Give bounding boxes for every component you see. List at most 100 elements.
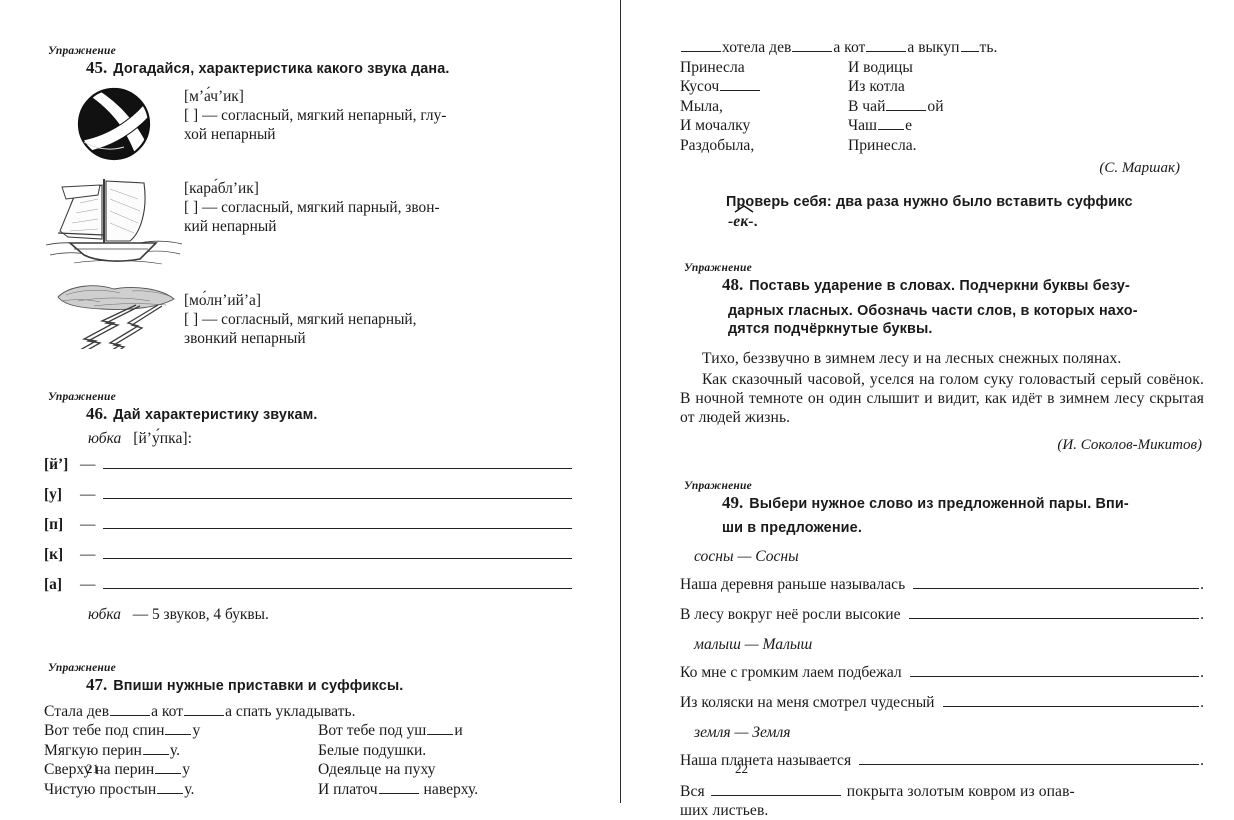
poem-text: Сверху на перин xyxy=(44,761,155,778)
poem-text: Принесла xyxy=(680,58,745,76)
exercise-48-heading: 48. Поставь ударение в словах. Подчеркни… xyxy=(680,275,1204,296)
fill-blank[interactable] xyxy=(110,702,151,716)
sound-dash: — xyxy=(80,576,96,593)
fill-blank[interactable] xyxy=(960,38,979,52)
fill-blank[interactable] xyxy=(681,38,721,52)
sound-answer-blank[interactable] xyxy=(103,546,572,559)
exercise-49-heading: 49. Выбери нужное слово из предложенной … xyxy=(680,493,1204,514)
fill-blank[interactable] xyxy=(792,38,833,52)
sentence-tail: . xyxy=(1200,575,1204,593)
answer-blank[interactable] xyxy=(908,606,1200,619)
ball-sound-description: [м’а́ч’ик] [ ] — согласный, мягкий непар… xyxy=(184,85,580,144)
poem-text: Белые подушки. xyxy=(318,741,427,759)
left-page-number: 21 xyxy=(86,761,99,776)
exercise-49-label: Упражнение xyxy=(684,479,752,492)
exercise-46-heading: 46. Дай характеристику звукам. xyxy=(44,404,580,425)
fill-blank[interactable] xyxy=(886,97,927,111)
poem-text: Раздобыла, xyxy=(680,136,755,154)
poem-text: Кусоч xyxy=(680,78,720,95)
exercise-45-item: [м’а́ч’ик] [ ] — согласный, мягкий непар… xyxy=(44,85,580,163)
poem-two-columns: Вот тебе под спин у Мягкую перин у. Сверху… xyxy=(44,721,580,799)
poem-line: хотела дев а кот а выкуп ть. xyxy=(680,38,1204,58)
exercise-46-task: Дай характеристику звукам. xyxy=(113,406,318,423)
fill-blank[interactable] xyxy=(142,741,169,755)
fill-blank[interactable] xyxy=(157,780,184,794)
exercise-48-task-line2: дарных гласных. Обозначь части слов, в к… xyxy=(728,302,1138,319)
fill-blank[interactable] xyxy=(165,721,192,735)
right-page-number: 22 xyxy=(735,761,748,776)
exercise-47-number: 47. xyxy=(86,675,108,694)
answer-blank[interactable] xyxy=(942,694,1200,707)
fill-in-sentence-last: Вся покрыта золотым ковром из опав- xyxy=(680,782,1204,801)
fill-blank[interactable] xyxy=(866,38,907,52)
summary-word: юбка xyxy=(88,606,121,623)
fill-in-sentence: В лесу вокруг неё росли высокие . xyxy=(680,606,1204,624)
fill-blank[interactable] xyxy=(378,780,419,794)
poem-column-right: Вот тебе под уш и Белые подушки. Одеяльце… xyxy=(318,721,580,799)
lightning-characteristic-cont: звонкий непарный xyxy=(184,329,306,347)
suffix-tail: . xyxy=(753,214,758,230)
sailboat-characteristic: [ ] — согласный, мягкий парный, звон- xyxy=(184,198,440,216)
exercise-48: Упражнение 48. Поставь ударение в словах… xyxy=(680,262,1204,454)
exercise-45-label: Упражнение xyxy=(48,45,116,57)
fill-blank[interactable] xyxy=(427,721,454,735)
suffix-ek-text: -ек- xyxy=(728,213,754,230)
answer-blank[interactable] xyxy=(909,664,1200,677)
poem-line: И мочалку xyxy=(680,116,848,136)
poem-text: Из котла xyxy=(848,78,905,95)
sound-answer-blank[interactable] xyxy=(103,576,572,589)
sentence-text: Наша деревня раньше называлась xyxy=(680,575,906,593)
exercise-46-word-transcription: [й’у́пка]: xyxy=(133,430,192,447)
exercise-46-label: Упражнение xyxy=(48,390,116,403)
exercise-45-item: [кара́бл’ик] [ ] — согласный, мягкий пар… xyxy=(44,177,580,269)
sound-answer-blank[interactable] xyxy=(103,486,572,499)
ball-characteristic-cont: хой непарный xyxy=(184,125,276,143)
fill-blank[interactable] xyxy=(184,702,225,716)
word-pair: земля — Земля xyxy=(694,723,791,741)
exercise-45-item: [мо́лн’ий’а] [ ] — согласный, мягкий неп… xyxy=(44,277,580,349)
sound-label: [к] xyxy=(44,546,64,563)
poem-line: Стала дев а кот а спать укладывать. xyxy=(44,702,580,722)
exercise-45: Упражнение 45. Догадайся, характеристика… xyxy=(44,45,580,349)
poem-text: а выкуп xyxy=(907,39,960,56)
poem-text: В чай xyxy=(848,97,886,115)
poem-line: Мягкую перин у. xyxy=(44,741,318,761)
sound-answer-blank[interactable] xyxy=(103,456,572,469)
exercise-48-task-line3: дятся подчёркнутые буквы. xyxy=(728,321,933,337)
exercise-46-word-text: юбка xyxy=(88,430,122,447)
poem-continuation: хотела дев а кот а выкуп ть. Принесла Кусоч… xyxy=(680,38,1204,177)
sound-label: [п] xyxy=(44,516,64,533)
sentence-text: В лесу вокруг неё росли высокие xyxy=(680,605,901,623)
left-page: Упражнение 45. Догадайся, характеристика… xyxy=(0,0,620,803)
exercise-48-task: Поставь ударение в словах. Подчеркни бук… xyxy=(749,278,1130,294)
fill-blank[interactable] xyxy=(878,116,905,130)
poem-text: у xyxy=(182,761,191,778)
answer-blank[interactable] xyxy=(710,783,841,796)
answer-blank[interactable] xyxy=(859,752,1200,765)
exercise-48-label: Упражнение xyxy=(684,262,752,274)
poem-line: Принесла xyxy=(680,58,848,78)
ball-illustration-cell xyxy=(44,85,184,163)
poem-text: ть. xyxy=(979,39,998,56)
poem-text: Мыла, xyxy=(680,97,723,115)
sentence-text: Из коляски на меня смотрел чудесный xyxy=(680,693,935,711)
sound-dash: — xyxy=(80,546,96,563)
exercise-46-number: 46. xyxy=(86,403,108,423)
answer-blank[interactable] xyxy=(913,576,1200,589)
poem-line: Белые подушки. xyxy=(318,741,580,761)
fill-blank[interactable] xyxy=(155,760,182,774)
sound-label: [а] xyxy=(44,576,62,593)
sound-answer-row: [й’] — xyxy=(44,456,580,474)
exercise-47-label: Упражнение xyxy=(48,662,116,674)
poem-line: И водицы xyxy=(848,58,1204,78)
exercise-46: Упражнение 46. Дай характеристику звукам… xyxy=(44,391,580,625)
lightning-characteristic: [ ] — согласный, мягкий непарный, xyxy=(184,310,417,328)
poem-line: Чистую простын у. xyxy=(44,780,318,800)
sailboat-illustration-cell xyxy=(44,177,184,269)
poem-line: Одеяльце на пуху xyxy=(318,760,580,780)
fill-blank[interactable] xyxy=(720,77,761,91)
sound-dash: — xyxy=(80,456,96,473)
poem-text: а кот xyxy=(151,702,184,720)
poem-text: Чаш xyxy=(848,117,878,134)
sound-answer-blank[interactable] xyxy=(103,516,572,529)
